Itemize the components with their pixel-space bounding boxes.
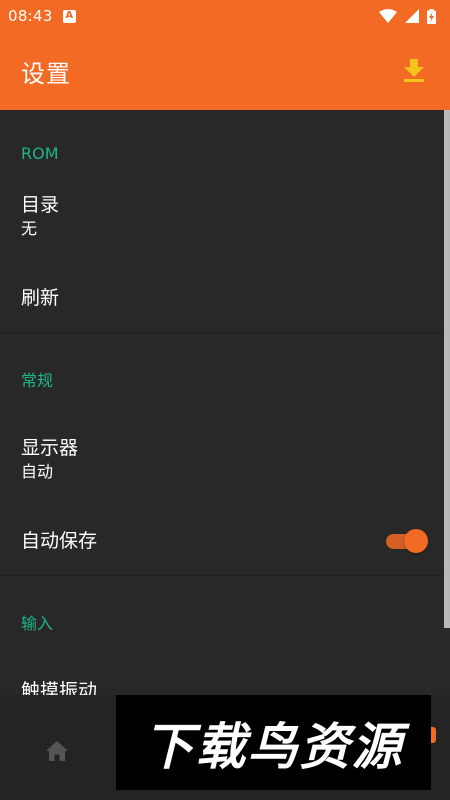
pref-autosave[interactable]: 自动保存	[0, 507, 450, 575]
pref-directory[interactable]: 目录 无	[0, 176, 450, 264]
pref-refresh[interactable]: 刷新	[0, 264, 450, 332]
scrollbar-thumb[interactable]	[444, 110, 450, 628]
pref-display-summary: 自动	[21, 462, 54, 481]
pref-autosave-title: 自动保存	[21, 530, 98, 552]
pref-directory-title: 目录	[21, 194, 60, 216]
pref-directory-summary: 无	[21, 219, 38, 238]
status-bar: 08:43 A	[0, 0, 450, 32]
status-icons	[379, 8, 436, 24]
section-header-rom: ROM	[21, 144, 59, 163]
download-icon	[404, 59, 424, 82]
section-header-input: 输入	[21, 614, 54, 633]
cellular-signal-icon	[405, 9, 419, 23]
notification-a-icon: A	[62, 9, 76, 23]
pref-display-title: 显示器	[21, 437, 79, 459]
switch-thumb	[404, 529, 428, 553]
page-title: 设置	[21, 59, 71, 88]
section-header-general: 常规	[21, 371, 54, 390]
watermark-banner: 下载鸟资源	[116, 695, 431, 790]
home-icon[interactable]	[44, 738, 70, 764]
app-bar: 设置	[0, 32, 450, 110]
autosave-switch[interactable]	[386, 529, 428, 553]
wifi-icon	[379, 9, 397, 23]
pref-display[interactable]: 显示器 自动	[0, 419, 450, 507]
status-time: 08:43	[8, 7, 53, 25]
battery-charging-icon	[427, 8, 436, 24]
pref-refresh-title: 刷新	[21, 287, 60, 309]
watermark-text: 下载鸟资源	[143, 717, 404, 776]
download-button[interactable]	[398, 55, 430, 87]
